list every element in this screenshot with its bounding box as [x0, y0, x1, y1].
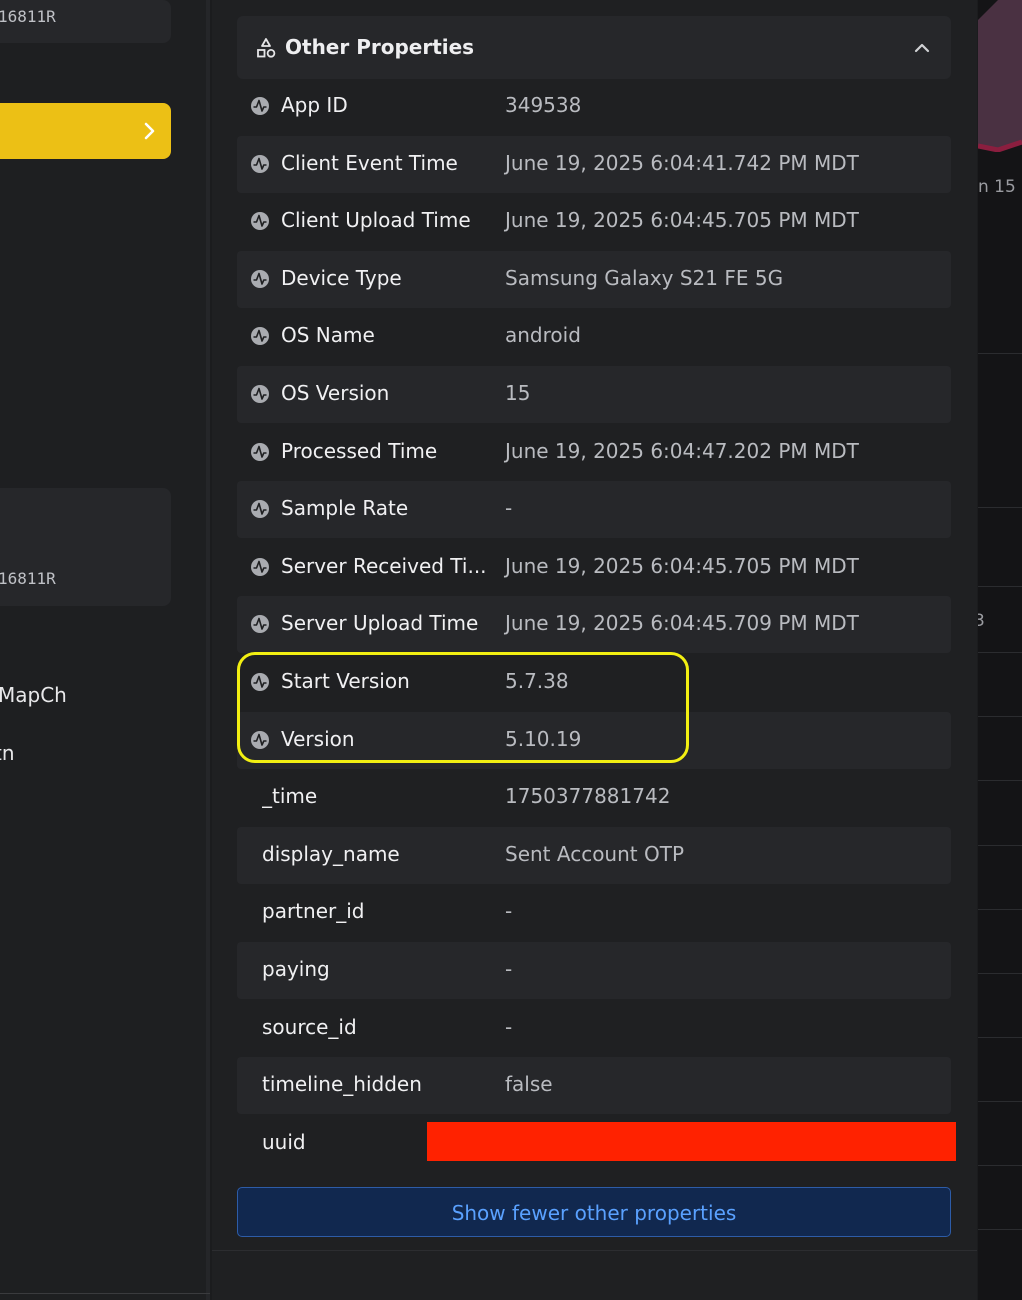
property-value: June 19, 2025 6:04:41.742 PM MDT	[505, 150, 859, 175]
property-row: Sample Rate -	[237, 481, 951, 539]
amplitude-property-icon	[251, 154, 269, 173]
property-row: display_name Sent Account OTP	[237, 826, 951, 884]
axis-label: n 15	[978, 177, 1016, 197]
property-key: App ID	[281, 93, 348, 117]
property-key: OS Version	[281, 381, 390, 405]
property-value: Samsung Galaxy S21 FE 5G	[505, 265, 784, 290]
property-key: Version	[281, 726, 355, 751]
property-key: Device Type	[281, 265, 402, 290]
amplitude-property-icon	[251, 327, 269, 346]
property-key: Server Upload Time	[281, 611, 479, 636]
property-key: OS Name	[281, 323, 375, 348]
sidebar-card[interactable]: 16811R	[0, 0, 171, 43]
sidebar-card-id: 16811R	[0, 569, 56, 588]
property-row: paying -	[237, 942, 951, 999]
sidebar-text: tn	[0, 741, 15, 765]
left-sidebar: 16811R 16811R MapCh tn	[0, 0, 210, 1300]
property-row: Client Event Time June 19, 2025 6:04:41.7…	[237, 135, 951, 193]
property-key: Client Event Time	[281, 150, 458, 175]
section-title: Other Properties	[285, 35, 475, 59]
chevron-right-icon	[144, 122, 155, 140]
property-key: uuid	[262, 1129, 306, 1154]
amplitude-property-icon	[251, 269, 269, 288]
amplitude-property-icon	[251, 557, 269, 576]
chevron-up-icon[interactable]	[913, 41, 931, 55]
amplitude-property-icon	[251, 97, 269, 115]
property-row: OS Version 15	[237, 366, 951, 423]
sidebar-card-id: 16811R	[0, 7, 56, 26]
properties-panel: Other Properties App ID 349538 Client Even…	[212, 0, 977, 1300]
amplitude-property-icon	[251, 500, 269, 519]
property-value: Sent Account OTP	[505, 841, 685, 866]
property-row: _time 1750377881742	[237, 769, 951, 826]
other-properties-header[interactable]: Other Properties	[237, 16, 951, 79]
show-fewer-properties-button[interactable]: Show fewer other properties	[237, 1187, 951, 1237]
property-value: June 19, 2025 6:04:45.705 PM MDT	[505, 553, 859, 578]
property-row: Server Received Ti... June 19, 2025 6:04:…	[237, 539, 951, 596]
property-key: _time	[262, 784, 318, 809]
property-value: 1750377881742	[505, 784, 671, 809]
property-value: 15	[505, 381, 531, 405]
sidebar-divider	[206, 0, 210, 1300]
property-row: OS Name android	[237, 308, 951, 365]
property-value: false	[505, 1072, 553, 1097]
property-row: partner_id -	[237, 884, 951, 941]
amplitude-property-icon	[251, 730, 269, 749]
sidebar-text: MapCh	[0, 683, 67, 707]
property-value: -	[505, 1014, 513, 1039]
sidebar-active-item[interactable]	[0, 103, 171, 159]
property-key: paying	[262, 957, 330, 981]
property-key: timeline_hidden	[262, 1072, 422, 1097]
property-value: 5.7.38	[505, 669, 569, 693]
property-value: -	[505, 899, 513, 924]
axis-label: 3	[978, 611, 985, 631]
property-row: App ID 349538	[237, 78, 951, 135]
amplitude-property-icon	[251, 212, 269, 231]
property-key: Start Version	[281, 669, 410, 693]
property-value: android	[505, 323, 581, 348]
shapes-icon	[257, 38, 276, 58]
property-value: 5.10.19	[505, 726, 582, 751]
property-value: June 19, 2025 6:04:45.709 PM MDT	[505, 611, 859, 636]
property-key: display_name	[262, 841, 400, 866]
amplitude-property-icon	[251, 615, 269, 634]
property-row: Client Upload Time June 19, 2025 6:04:45.…	[237, 193, 951, 250]
chart-fragment	[978, 0, 1022, 152]
property-row: Processed Time June 19, 2025 6:04:47.202 …	[237, 424, 951, 481]
property-value: June 19, 2025 6:04:45.705 PM MDT	[505, 208, 859, 233]
amplitude-property-icon	[251, 442, 269, 461]
property-key: Processed Time	[281, 438, 438, 463]
property-row: Start Version 5.7.38	[237, 654, 951, 711]
property-value: June 19, 2025 6:04:47.202 PM MDT	[505, 438, 859, 463]
sidebar-bottom-divider	[0, 1293, 210, 1294]
sidebar-card[interactable]: 16811R	[0, 488, 171, 606]
amplitude-property-icon	[251, 673, 269, 691]
property-row: Server Upload Time June 19, 2025 6:04:45.…	[237, 596, 951, 654]
property-row: source_id -	[237, 1000, 951, 1057]
property-row: Version 5.10.19	[237, 711, 951, 769]
panel-bottom-divider	[212, 1250, 977, 1251]
property-key: source_id	[262, 1014, 357, 1039]
property-key: Server Received Ti...	[281, 553, 487, 578]
property-key: Client Upload Time	[281, 208, 471, 233]
right-background-strip: n 15 3	[978, 0, 1022, 1300]
amplitude-property-icon	[251, 385, 269, 403]
redaction-block	[427, 1122, 956, 1161]
property-row: timeline_hidden false	[237, 1057, 951, 1115]
property-key: partner_id	[262, 899, 365, 924]
property-value: -	[505, 957, 513, 981]
property-value: 349538	[505, 93, 582, 117]
property-key: Sample Rate	[281, 496, 409, 521]
property-row: Device Type Samsung Galaxy S21 FE 5G	[237, 250, 951, 308]
property-value: -	[505, 496, 513, 521]
